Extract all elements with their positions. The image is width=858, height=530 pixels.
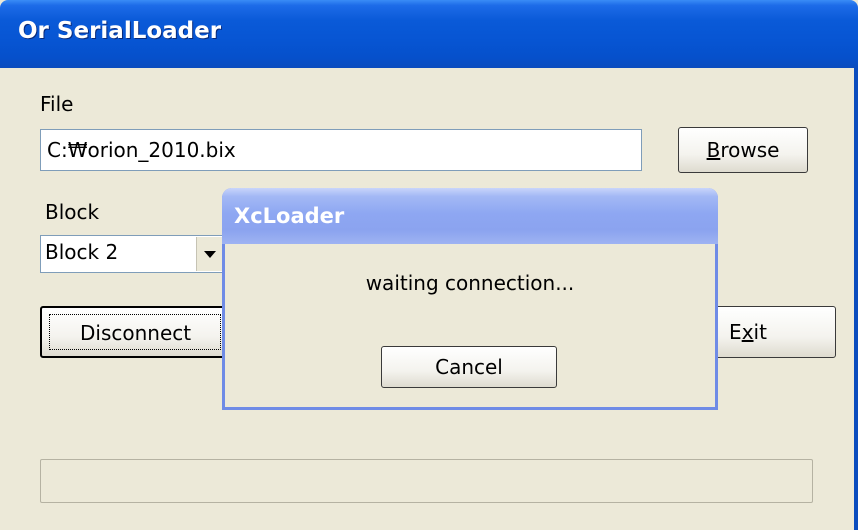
cancel-label: Cancel bbox=[435, 355, 503, 379]
xcloader-dialog: XcLoader waiting connection... Cancel bbox=[222, 188, 718, 410]
disconnect-label: Disconnect bbox=[80, 321, 192, 345]
chevron-down-icon[interactable] bbox=[196, 237, 223, 271]
disconnect-button[interactable]: Disconnect bbox=[40, 306, 230, 358]
cancel-button[interactable]: Cancel bbox=[381, 346, 557, 388]
browse-mnemonic: B bbox=[706, 138, 721, 162]
window-title: Or SerialLoader bbox=[18, 18, 222, 44]
file-path-input[interactable]: C:₩orion_2010.bix bbox=[40, 129, 642, 171]
file-label: File bbox=[40, 92, 74, 116]
dialog-title: XcLoader bbox=[234, 204, 345, 228]
block-label: Block bbox=[45, 200, 100, 224]
block-dropdown[interactable]: Block 2 bbox=[40, 235, 225, 273]
dialog-message: waiting connection... bbox=[365, 271, 575, 295]
exit-label: it bbox=[753, 320, 767, 344]
block-selected-value: Block 2 bbox=[45, 240, 119, 264]
dialog-titlebar[interactable]: XcLoader bbox=[222, 188, 718, 244]
exit-mnemonic: x bbox=[741, 320, 754, 344]
window-border bbox=[854, 68, 858, 530]
window-titlebar[interactable]: Or SerialLoader bbox=[0, 0, 858, 68]
browse-button[interactable]: Browse bbox=[678, 127, 808, 173]
browse-label: rowse bbox=[720, 138, 780, 162]
progress-bar bbox=[40, 459, 813, 503]
